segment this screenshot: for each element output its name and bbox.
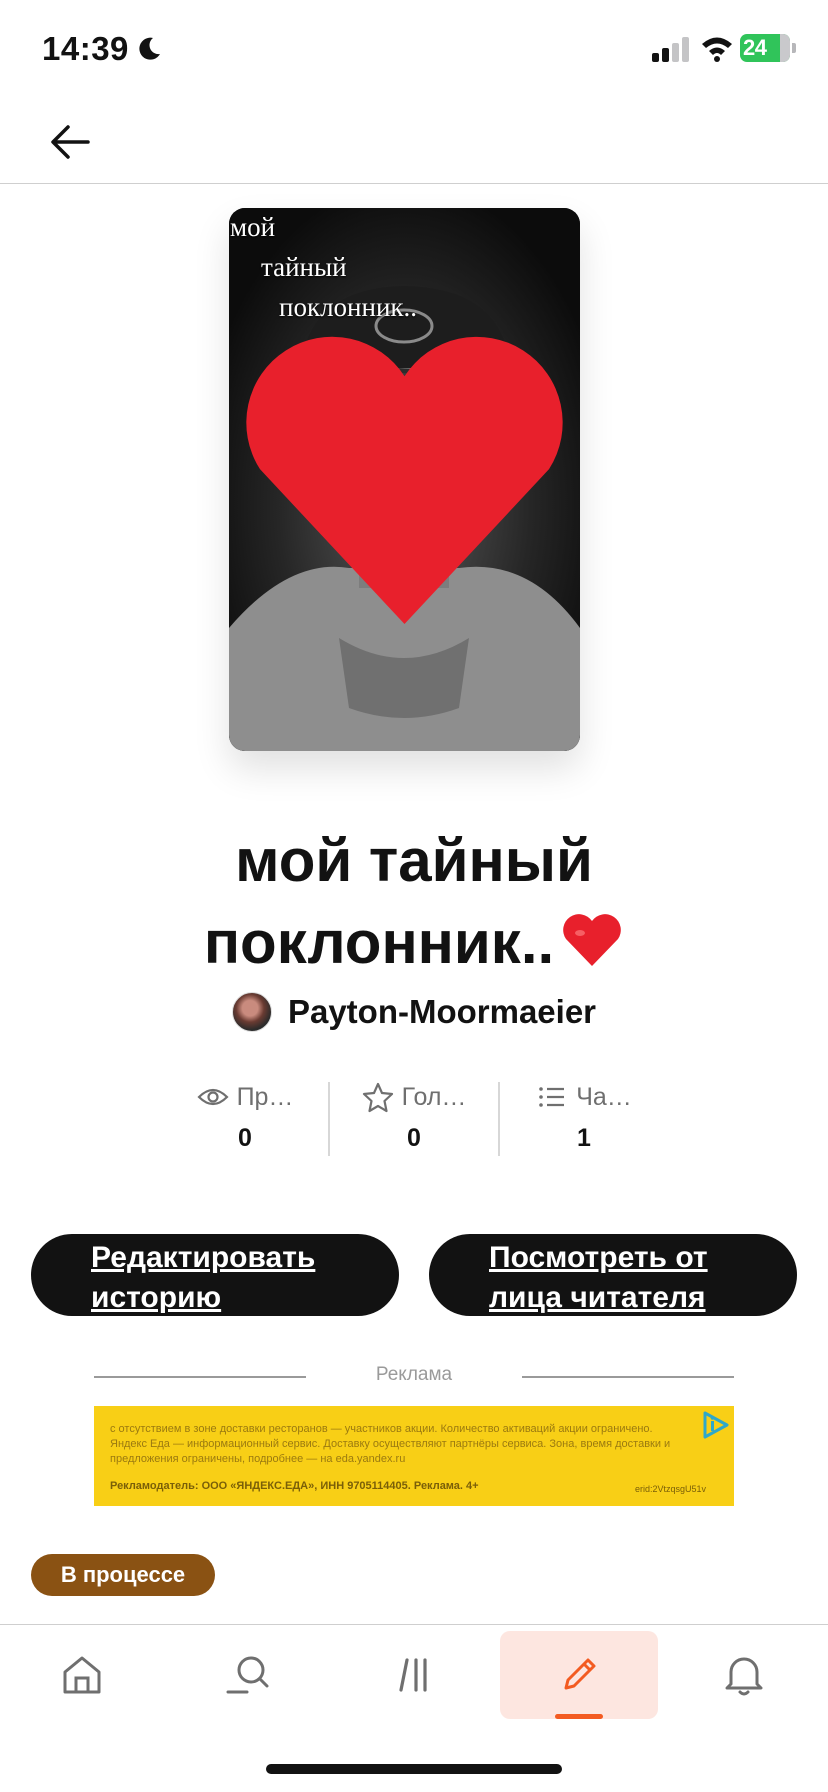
tab-search[interactable] [169,1631,327,1719]
star-icon [362,1082,393,1113]
story-title: мой тайный поклонник.. [80,820,748,984]
heart-emoji-icon [563,914,621,966]
divider [522,1376,734,1378]
story-title-text: мой тайный поклонник.. [203,827,593,976]
stat-votes-value: 0 [407,1124,421,1152]
battery-indicator: 24 [740,34,790,62]
stat-votes-label: Гол… [401,1082,467,1111]
ad-label: Реклама [375,1364,453,1385]
edit-story-button[interactable]: Редактировать историю [31,1234,399,1316]
story-stats: Пр… 0 Гол… 0 Ча… 1 [0,1080,828,1156]
stat-votes: Гол… 0 [329,1080,499,1156]
home-indicator [266,1764,562,1774]
active-tab-indicator [555,1714,603,1719]
search-icon [226,1656,269,1694]
stat-parts-value: 1 [577,1124,591,1152]
stat-reads-value: 0 [238,1124,252,1152]
stat-parts: Ча… 1 [499,1080,669,1156]
top-nav [0,100,828,184]
ad-erid: erid:2VtzqsgU51v [634,1484,706,1494]
bottom-nav [0,1624,828,1719]
stat-parts-label: Ча… [576,1082,632,1111]
stat-reads: Пр… 0 [160,1080,330,1156]
stat-reads-label: Пр… [236,1082,294,1111]
avatar[interactable] [231,992,272,1032]
view-as-reader-button[interactable]: Посмотреть от лица читателя [429,1234,797,1316]
tab-notifications[interactable] [665,1631,823,1719]
tab-write[interactable] [500,1631,658,1719]
ad-banner[interactable]: с отсутствием в зоне доставки ресторанов… [94,1406,734,1506]
battery-nub [792,43,796,53]
battery-level: 24 [743,35,767,60]
cellular-signal-icon [652,37,689,62]
ad-label-row: Реклама [94,1364,734,1390]
eye-icon [197,1088,229,1106]
tab-library[interactable] [336,1631,494,1719]
list-icon [539,1087,565,1107]
ad-advertiser: Рекламодатель: ООО «ЯНДЕКС.ЕДА», ИНН 970… [110,1480,479,1492]
status-time: 14:39 [42,30,129,67]
story-cover[interactable]: мой тайный поклонник.. [229,208,580,751]
tab-home[interactable] [3,1631,161,1719]
status-badge: В процессе [31,1554,215,1596]
ad-choices-icon[interactable] [700,1410,730,1440]
wifi-icon [702,37,732,62]
back-arrow-icon[interactable] [46,118,94,166]
bell-icon [725,1657,763,1696]
author-row[interactable]: Payton-Moormaeier [0,990,828,1034]
home-icon [63,1656,101,1694]
write-icon [564,1658,596,1690]
author-name[interactable]: Payton-Moormaeier [288,993,596,1031]
heart-emoji-icon [246,336,563,625]
ad-disclaimer-text: с отсутствием в зоне доставки ресторанов… [110,1423,671,1465]
moon-icon [139,37,160,60]
status-bar: 14:39 24 [0,0,828,100]
library-icon [399,1658,427,1692]
